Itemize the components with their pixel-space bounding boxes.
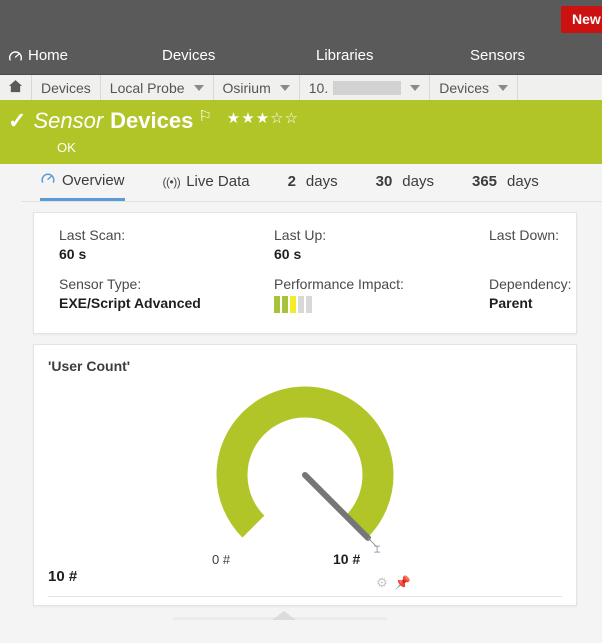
gauge-scale-label: 10 # (48, 568, 77, 585)
nav-item-sensors-label: Sensors (470, 47, 525, 64)
breadcrumb-item-local-probe[interactable]: Local Probe (101, 75, 214, 100)
last-down-label: Last Down: (489, 227, 576, 243)
performance-impact-bar-3 (290, 296, 296, 313)
new-alarm-badge[interactable]: New A (561, 6, 602, 33)
check-icon: ✓ (8, 110, 26, 132)
panel-collapse-handle[interactable] (0, 611, 602, 620)
main-navigation: Home Devices Libraries Sensors (0, 44, 602, 75)
performance-impact-bar-1 (274, 296, 280, 313)
performance-impact-field: Performance Impact: (274, 276, 489, 313)
tab-365-days[interactable]: 365 days (472, 173, 539, 201)
gauge-divider (48, 596, 562, 597)
chevron-down-icon[interactable] (410, 85, 420, 91)
left-gutter (0, 164, 21, 620)
gauge-icon (8, 49, 23, 64)
tab-365-days-number: 365 (472, 173, 497, 190)
breadcrumb-home-button[interactable] (0, 75, 32, 100)
breadcrumb-item-devices[interactable]: Devices (32, 75, 101, 100)
tab-2-days[interactable]: 2 days (288, 173, 338, 201)
sensor-header: ✓ Sensor Devices ⚐ ★★★☆☆ OK (0, 102, 602, 164)
breadcrumb-item-label: Local Probe (110, 80, 185, 96)
tab-live-data[interactable]: ((•)) Live Data (163, 173, 250, 201)
nav-item-libraries[interactable]: Libraries (316, 47, 374, 64)
sensor-type-field: Sensor Type: EXE/Script Advanced (59, 276, 274, 313)
pin-icon[interactable]: 📌 (395, 575, 411, 591)
gauge-chart (34, 363, 576, 563)
gauge-min-label: 0 # (212, 552, 230, 567)
breadcrumb-item-label: 10. (309, 80, 328, 96)
dependency-field: Dependency: Parent (489, 276, 576, 313)
tab-live-data-label: Live Data (186, 173, 249, 190)
dependency-value: Parent (489, 295, 576, 311)
last-scan-label: Last Scan: (59, 227, 274, 243)
dependency-label: Dependency: (489, 276, 576, 292)
last-up-label: Last Up: (274, 227, 489, 243)
last-scan-value: 60 s (59, 246, 274, 262)
breadcrumb-item-label: Devices (41, 80, 91, 96)
redacted-ip-block (333, 81, 401, 95)
status-badge: OK (57, 140, 76, 155)
top-bar: New A (0, 0, 602, 44)
tab-30-days-number: 30 (376, 173, 393, 190)
home-icon (8, 79, 23, 96)
sensor-info-grid: Last Scan: 60 s Last Up: 60 s Last Down:… (34, 227, 576, 313)
sensor-header-title-row: ✓ Sensor Devices ⚐ ★★★☆☆ (8, 108, 299, 134)
sensor-info-panel: Last Scan: 60 s Last Up: 60 s Last Down:… (33, 212, 577, 334)
nav-item-home-label: Home (28, 47, 68, 64)
breadcrumb-item-label: Osirium (223, 80, 271, 96)
tab-365-days-label: days (507, 173, 539, 190)
last-up-value: 60 s (274, 246, 489, 262)
tab-2-days-number: 2 (288, 173, 296, 190)
breadcrumb-item-label: Devices (439, 80, 489, 96)
sensor-kind-label: Sensor (33, 108, 103, 134)
tab-bar: Overview ((•)) Live Data 2 days 30 days … (0, 164, 602, 202)
tab-30-days[interactable]: 30 days (376, 173, 434, 201)
tab-30-days-label: days (402, 173, 434, 190)
nav-item-devices-label: Devices (162, 47, 215, 64)
chevron-down-icon[interactable] (280, 85, 290, 91)
breadcrumb: Devices Local Probe Osirium 10. Devices (0, 75, 602, 102)
nav-item-devices[interactable]: Devices (162, 47, 215, 64)
breadcrumb-item-devices-group[interactable]: Devices (430, 75, 518, 100)
gauge-icon (40, 171, 56, 190)
live-wave-icon: ((•)) (163, 175, 181, 189)
performance-impact-bar-4 (298, 296, 304, 313)
performance-impact-label: Performance Impact: (274, 276, 489, 292)
chevron-down-icon[interactable] (498, 85, 508, 91)
content-area: Overview ((•)) Live Data 2 days 30 days … (0, 164, 602, 620)
breadcrumb-item-ip-address[interactable]: 10. (300, 75, 430, 100)
nav-item-sensors[interactable]: Sensors (470, 47, 525, 64)
flag-icon[interactable]: ⚐ (198, 107, 211, 125)
performance-impact-bar-5 (306, 296, 312, 313)
gauge-max-label: 10 # (333, 551, 360, 567)
priority-stars[interactable]: ★★★☆☆ (227, 109, 299, 127)
nav-item-home[interactable]: Home (8, 47, 68, 64)
tab-overview[interactable]: Overview (40, 171, 125, 201)
performance-impact-meter (274, 296, 489, 313)
sensor-type-label: Sensor Type: (59, 276, 274, 292)
breadcrumb-item-osirium[interactable]: Osirium (214, 75, 300, 100)
gauge-tool-icons: ⚙ 📌 (376, 575, 411, 591)
gear-icon[interactable]: ⚙ (376, 575, 388, 591)
chevron-up-icon (272, 611, 296, 620)
gauge-graphic (195, 363, 415, 563)
sensor-type-value: EXE/Script Advanced (59, 295, 274, 311)
gauge-chart-panel: 'User Count' 10 # 0 # 10 # ⚙ 📌 (33, 344, 577, 606)
page-title: Devices (110, 108, 193, 134)
performance-impact-bar-2 (282, 296, 288, 313)
tab-2-days-label: days (306, 173, 338, 190)
last-down-field: Last Down: (489, 227, 576, 262)
nav-item-libraries-label: Libraries (316, 47, 374, 64)
chevron-down-icon[interactable] (194, 85, 204, 91)
last-up-field: Last Up: 60 s (274, 227, 489, 262)
last-scan-field: Last Scan: 60 s (59, 227, 274, 262)
tab-overview-label: Overview (62, 172, 125, 189)
